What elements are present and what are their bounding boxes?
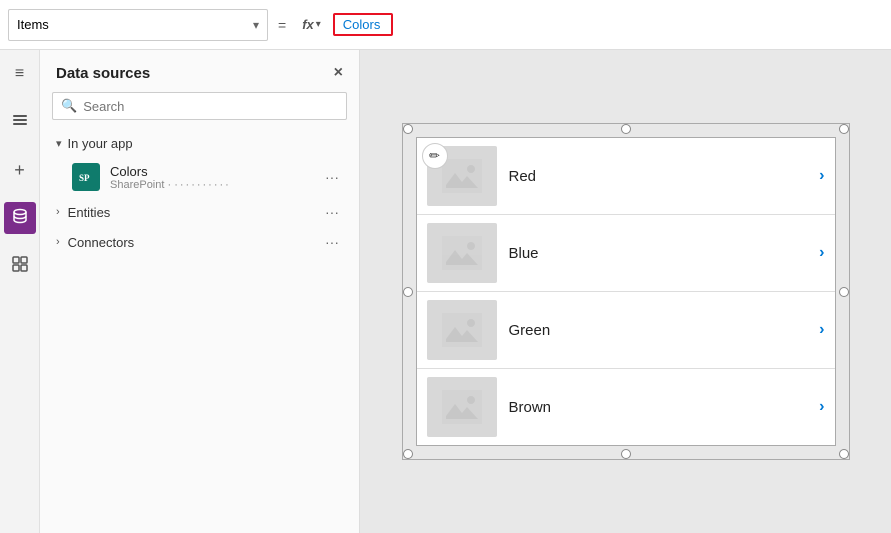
close-button[interactable]: × xyxy=(334,64,343,82)
image-placeholder-brown xyxy=(427,377,497,437)
gallery-row-brown[interactable]: Brown › xyxy=(417,369,835,445)
svg-text:SP: SP xyxy=(79,173,90,183)
datasource-more-icon[interactable]: ··· xyxy=(321,169,343,185)
panel-header: Data sources × xyxy=(40,50,359,92)
data-sources-panel: Data sources × 🔍 ▾ In your app SP Colors xyxy=(40,50,360,533)
hamburger-btn[interactable]: ≡ xyxy=(4,58,36,90)
row-label-red: Red xyxy=(509,168,808,185)
entities-more-icon[interactable]: ··· xyxy=(321,204,343,220)
add-btn[interactable]: + xyxy=(4,154,36,186)
search-input[interactable] xyxy=(83,99,338,114)
pencil-icon: ✏ xyxy=(429,148,440,164)
component-btn[interactable] xyxy=(4,250,36,282)
handle-bl[interactable] xyxy=(403,449,413,459)
layers-btn[interactable] xyxy=(4,106,36,138)
handle-br[interactable] xyxy=(839,449,849,459)
row-label-green: Green xyxy=(509,322,808,339)
fx-button[interactable]: fx ▾ xyxy=(296,15,327,34)
image-placeholder-green xyxy=(427,300,497,360)
row-chevron-green: › xyxy=(819,321,824,339)
layers-icon xyxy=(11,111,29,134)
edit-icon-badge[interactable]: ✏ xyxy=(422,143,448,169)
icon-sidebar: ≡ + xyxy=(0,50,40,533)
gallery-wrapper: ✏ Red › xyxy=(416,137,836,446)
formula-value-box[interactable]: Colors xyxy=(333,13,393,36)
equals-sign: = xyxy=(278,17,286,33)
entities-label: Entities xyxy=(68,205,111,220)
handle-tr[interactable] xyxy=(839,124,849,134)
dropdown-value: Items xyxy=(17,17,49,32)
fx-label: fx xyxy=(302,17,314,32)
in-your-app-section[interactable]: ▾ In your app xyxy=(40,130,359,157)
handle-top[interactable] xyxy=(621,124,631,134)
database-icon xyxy=(11,207,29,230)
image-placeholder-blue xyxy=(427,223,497,283)
canvas-area: ✏ Red › xyxy=(360,50,891,533)
chevron-right-icon: › xyxy=(56,206,60,218)
formula-dropdown[interactable]: Items ▾ xyxy=(8,9,268,41)
row-chevron-brown: › xyxy=(819,398,824,416)
panel-title: Data sources xyxy=(56,65,150,82)
handle-left[interactable] xyxy=(403,287,413,297)
row-label-blue: Blue xyxy=(509,245,808,262)
chevron-right-icon2: › xyxy=(56,236,60,248)
handle-tl[interactable] xyxy=(403,124,413,134)
database-btn[interactable] xyxy=(4,202,36,234)
gallery-row-green[interactable]: Green › xyxy=(417,292,835,369)
handle-right[interactable] xyxy=(839,287,849,297)
datasource-subtitle: SharePoint · ·········· xyxy=(110,179,311,191)
datasource-icon: SP xyxy=(72,163,100,191)
gallery: Red › Blue › xyxy=(416,137,836,446)
row-chevron-red: › xyxy=(819,167,824,185)
chevron-down-icon: ▾ xyxy=(56,137,62,150)
formula-value: Colors xyxy=(343,17,381,32)
add-icon: + xyxy=(14,160,25,181)
row-chevron-blue: › xyxy=(819,244,824,262)
search-icon: 🔍 xyxy=(61,98,77,114)
top-bar: Items ▾ = fx ▾ Colors xyxy=(0,0,891,50)
gallery-row-red[interactable]: Red › xyxy=(417,138,835,215)
hamburger-icon: ≡ xyxy=(15,65,24,83)
datasource-info: Colors SharePoint · ·········· xyxy=(110,164,311,191)
connectors-label: Connectors xyxy=(68,235,134,250)
datasource-item-colors[interactable]: SP Colors SharePoint · ·········· ··· xyxy=(40,157,359,197)
handle-bottom[interactable] xyxy=(621,449,631,459)
gallery-row-blue[interactable]: Blue › xyxy=(417,215,835,292)
connectors-more-icon[interactable]: ··· xyxy=(321,234,343,250)
component-icon xyxy=(11,255,29,278)
main-layout: ≡ + xyxy=(0,50,891,533)
datasource-name: Colors xyxy=(110,164,311,179)
row-label-brown: Brown xyxy=(509,399,808,416)
connectors-section[interactable]: › Connectors ··· xyxy=(40,227,359,257)
in-your-app-label: In your app xyxy=(68,136,133,151)
search-box[interactable]: 🔍 xyxy=(52,92,347,120)
entities-section[interactable]: › Entities ··· xyxy=(40,197,359,227)
